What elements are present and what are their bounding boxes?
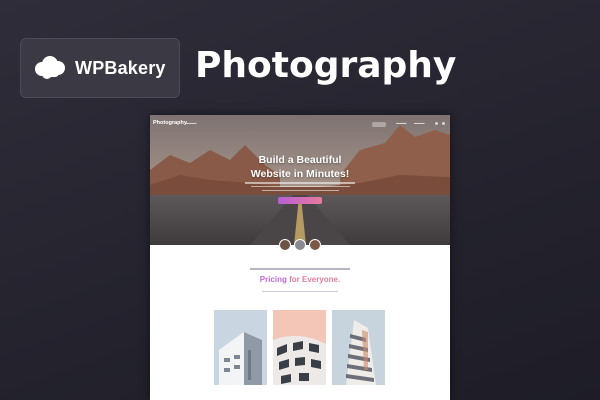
preview-nav-link: ▬▬▬ — [414, 121, 425, 125]
preview-nav-button — [372, 122, 386, 127]
hero-cta-button — [278, 197, 322, 204]
wpbakery-badge: WPBakery — [20, 38, 180, 98]
hero-title-line2: Website in Minutes! — [250, 168, 350, 180]
hero-subtitle-placeholder — [245, 182, 355, 193]
brand-name: WPBakery — [75, 57, 166, 78]
preview-nav-link: ▬▬▬ — [186, 121, 197, 125]
architecture-photo — [332, 310, 385, 385]
pricing-title: Pricing for Everyone. — [150, 274, 450, 286]
section-subtitle-placeholder — [262, 291, 338, 293]
thumbnail — [279, 239, 291, 251]
cloud-logo-icon — [35, 56, 65, 79]
pricing-title-rest: for Everyone. — [286, 275, 341, 284]
preview-nav-icon — [442, 122, 445, 125]
architecture-photo — [273, 310, 326, 385]
section-kicker-placeholder — [250, 268, 350, 270]
preview-nav-link: ▬▬▬ — [396, 121, 407, 125]
preview-logo: Photography — [153, 120, 187, 126]
preview-navbar: Photography ▬▬▬ ▬▬▬ ▬▬▬ — [150, 115, 450, 133]
gallery-cards — [214, 310, 386, 385]
hero-section: Photography ▬▬▬ ▬▬▬ ▬▬▬ Build a Beautifu… — [150, 115, 450, 245]
hero-thumbnails — [279, 239, 321, 251]
hero-title: Build a Beautiful Website in Minutes! — [150, 153, 450, 181]
gallery-card — [332, 310, 385, 385]
preview-nav-icon — [435, 122, 438, 125]
hero-title-line1: Build a Beautiful — [258, 154, 342, 166]
gallery-card — [273, 310, 326, 385]
gallery-card — [214, 310, 267, 385]
thumbnail — [294, 239, 306, 251]
template-preview[interactable]: Photography ▬▬▬ ▬▬▬ ▬▬▬ Build a Beautifu… — [150, 115, 450, 400]
page-title: Photography — [195, 45, 457, 86]
thumbnail — [309, 239, 321, 251]
architecture-photo — [214, 310, 267, 385]
pricing-title-word: Pricing — [259, 275, 287, 284]
